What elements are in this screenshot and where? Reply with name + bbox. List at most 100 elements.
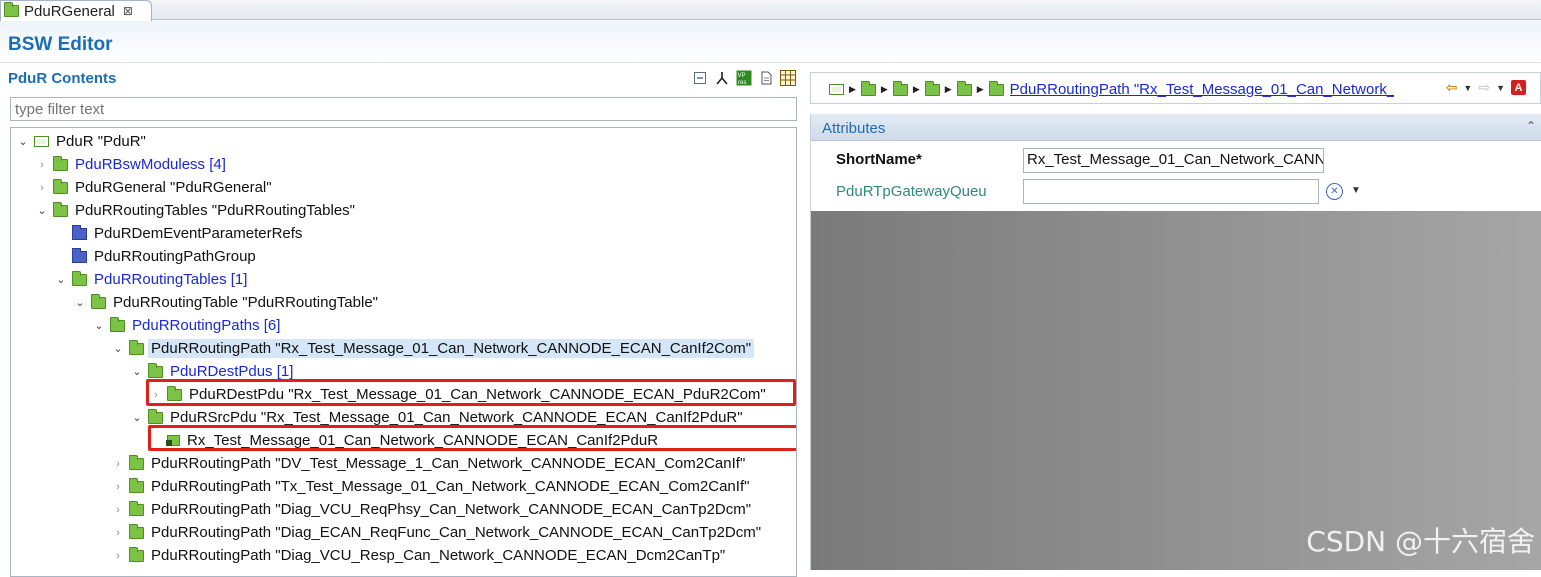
back-arrow-icon[interactable]: ⇦ xyxy=(1446,79,1458,96)
editor-header: BSW Editor xyxy=(0,21,1541,63)
folder-icon[interactable] xyxy=(988,80,1004,96)
tree-row[interactable]: ⌄ PduRRoutingTables "PduRRoutingTables" xyxy=(35,199,358,222)
gateway-queue-label[interactable]: PduRTpGatewayQueu xyxy=(836,183,987,200)
grid-icon[interactable] xyxy=(780,70,796,86)
attributes-section: Attributes ⌃ ShortName* Rx_Test_Message_… xyxy=(810,114,1541,570)
highlight-box xyxy=(146,379,796,406)
collapse-icon[interactable]: ⌃ xyxy=(1526,119,1536,133)
tree-row[interactable]: › PduRRoutingPath "DV_Test_Message_1_Can… xyxy=(111,452,748,475)
short-name-field[interactable]: Rx_Test_Message_01_Can_Network_CANNODE_E… xyxy=(1023,148,1324,173)
properties-pane: ▶ ▶ ▶ ▶ ▶ PduRRoutingPath "Rx_Test_Messa… xyxy=(810,64,1541,570)
expand-arrow-icon[interactable]: ⌄ xyxy=(54,273,68,286)
contents-tree: ⌄ PduR "PduR" › PduRBswModuless [4] › Pd… xyxy=(10,127,797,577)
expand-arrow-icon[interactable]: ⌄ xyxy=(16,135,30,148)
watermark: CSDN @十六宿舍 xyxy=(1306,525,1535,558)
crumb-separator: ▶ xyxy=(849,84,856,94)
collapsed-arrow-icon[interactable]: › xyxy=(111,550,125,562)
folder-icon xyxy=(110,316,125,332)
document-icon[interactable] xyxy=(758,70,774,86)
editor-tab-strip: PduRGeneral ⊠ xyxy=(0,0,1541,21)
collapsed-arrow-icon[interactable]: › xyxy=(111,458,125,470)
tab-label: PduRGeneral xyxy=(24,2,115,20)
blue-folder-icon xyxy=(72,247,87,263)
tree-row[interactable]: PduRRoutingPathGroup xyxy=(54,245,259,268)
tree-row[interactable]: › PduRGeneral "PduRGeneral" xyxy=(35,176,275,199)
folder-icon[interactable] xyxy=(956,80,972,96)
collapse-all-icon[interactable] xyxy=(692,70,708,86)
red-a-icon[interactable]: A xyxy=(1511,80,1526,95)
tree-row-label: PduRRoutingPath "DV_Test_Message_1_Can_N… xyxy=(151,455,746,472)
link-icon[interactable] xyxy=(714,70,730,86)
folder-icon[interactable] xyxy=(892,80,908,96)
tree-row-label: PduRRoutingPath "Tx_Test_Message_01_Can_… xyxy=(151,478,750,495)
tree-row-label: PduRRoutingPath "Diag_VCU_Resp_Can_Netwo… xyxy=(151,547,726,564)
folder-icon xyxy=(4,2,19,17)
tree-row-label: PduRRoutingPath "Diag_ECAN_ReqFunc_Can_N… xyxy=(151,524,762,541)
tab-pdurgeneral[interactable]: PduRGeneral ⊠ xyxy=(0,0,152,21)
crumb-separator: ▶ xyxy=(976,84,984,94)
tree-row-label: PduRGeneral "PduRGeneral" xyxy=(75,179,272,196)
tree-row-label: PduRRoutingPath "Diag_VCU_ReqPhsy_Can_Ne… xyxy=(151,501,752,518)
tree-row[interactable]: PduRDemEventParameterRefs xyxy=(54,222,305,245)
folder-icon xyxy=(53,201,68,217)
back-dropdown-icon[interactable]: ▼ xyxy=(1463,83,1472,93)
tree-row[interactable]: ⌄ PduRRoutingTable "PduRRoutingTable" xyxy=(73,291,381,314)
attributes-title: Attributes xyxy=(822,120,886,137)
module-icon[interactable] xyxy=(829,84,844,95)
tree-row[interactable]: ⌄ PduRRoutingTables [1] xyxy=(54,268,250,291)
gateway-queue-field[interactable] xyxy=(1023,179,1319,204)
contents-toolbar: VP res xyxy=(692,70,796,86)
folder-icon[interactable] xyxy=(860,80,876,96)
chevron-down-icon[interactable]: ▼ xyxy=(1351,185,1361,196)
collapsed-arrow-icon[interactable]: › xyxy=(111,481,125,493)
folder-icon xyxy=(129,339,144,355)
breadcrumb: ▶ ▶ ▶ ▶ ▶ PduRRoutingPath "Rx_Test_Messa… xyxy=(810,72,1541,104)
expand-arrow-icon[interactable]: ⌄ xyxy=(130,365,144,378)
folder-icon xyxy=(129,477,144,493)
crumb-separator: ▶ xyxy=(944,84,952,94)
forward-arrow-icon[interactable]: ⇨ xyxy=(1478,79,1490,96)
navigation-toolbar: ⇦ ▼ ⇨ ▼ A xyxy=(1446,79,1526,96)
collapsed-arrow-icon[interactable]: › xyxy=(35,159,49,171)
tree-row[interactable]: › PduRRoutingPath "Tx_Test_Message_01_Ca… xyxy=(111,475,752,498)
collapsed-arrow-icon[interactable]: › xyxy=(35,182,49,194)
expand-arrow-icon[interactable]: ⌄ xyxy=(130,411,144,424)
expand-arrow-icon[interactable]: ⌄ xyxy=(35,204,49,217)
module-icon xyxy=(34,136,49,147)
tree-row-selected[interactable]: ⌄ PduRRoutingPath "Rx_Test_Message_01_Ca… xyxy=(111,337,755,360)
expand-arrow-icon[interactable]: ⌄ xyxy=(111,342,125,355)
crumb-separator: ▶ xyxy=(880,84,888,94)
tree-row-label: PduRBswModuless [4] xyxy=(75,156,226,173)
folder-icon xyxy=(72,270,87,286)
expand-arrow-icon[interactable]: ⌄ xyxy=(92,319,106,332)
short-name-label: ShortName* xyxy=(836,151,922,168)
collapsed-arrow-icon[interactable]: › xyxy=(111,504,125,516)
close-icon[interactable]: ⊠ xyxy=(123,4,133,18)
folder-icon[interactable] xyxy=(924,80,940,96)
attributes-header[interactable]: Attributes ⌃ xyxy=(811,114,1541,141)
filter-input[interactable] xyxy=(10,97,797,121)
breadcrumb-link[interactable]: PduRRoutingPath "Rx_Test_Message_01_Can_… xyxy=(1010,81,1394,98)
highlight-box xyxy=(148,425,796,451)
tree-row-label: PduRDemEventParameterRefs xyxy=(94,225,303,242)
vp-res-icon[interactable]: VP res xyxy=(736,70,752,86)
clear-icon[interactable]: ✕ xyxy=(1326,183,1343,200)
tree-row[interactable]: › PduRRoutingPath "Diag_VCU_Resp_Can_Net… xyxy=(111,544,728,567)
tree-row-label: PduRRoutingTables [1] xyxy=(94,271,248,288)
folder-icon xyxy=(129,454,144,470)
folder-icon xyxy=(53,178,68,194)
svg-text:VP: VP xyxy=(738,73,746,79)
tree-row[interactable]: › PduRRoutingPath "Diag_VCU_ReqPhsy_Can_… xyxy=(111,498,754,521)
blue-folder-icon xyxy=(72,224,87,240)
tree-row-label: PduR "PduR" xyxy=(56,133,146,150)
tree-row[interactable]: ⌄ PduRRoutingPaths [6] xyxy=(92,314,283,337)
collapsed-arrow-icon[interactable]: › xyxy=(111,527,125,539)
folder-icon xyxy=(148,362,163,378)
folder-icon xyxy=(129,523,144,539)
expand-arrow-icon[interactable]: ⌄ xyxy=(73,296,87,309)
tree-row[interactable]: ⌄ PduR "PduR" xyxy=(16,130,149,153)
folder-icon xyxy=(91,293,106,309)
forward-dropdown-icon[interactable]: ▼ xyxy=(1496,83,1505,93)
tree-row[interactable]: › PduRRoutingPath "Diag_ECAN_ReqFunc_Can… xyxy=(111,521,764,544)
tree-row[interactable]: › PduRBswModuless [4] xyxy=(35,153,229,176)
